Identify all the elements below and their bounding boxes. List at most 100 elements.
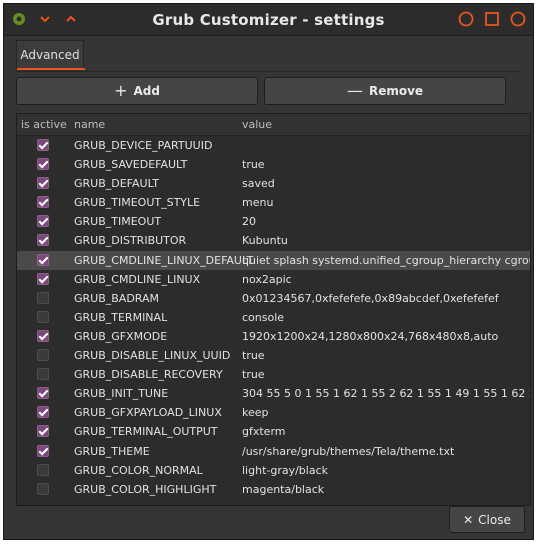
add-button-label: Add <box>133 84 160 98</box>
active-checkbox[interactable] <box>37 387 49 400</box>
active-checkbox[interactable] <box>37 329 49 342</box>
setting-value[interactable]: /usr/share/grub/themes/Tela/theme.txt <box>242 445 454 458</box>
column-header-value[interactable]: value <box>242 118 272 131</box>
table-row[interactable]: GRUB_DEFAULT saved <box>17 174 530 193</box>
setting-name: GRUB_CMDLINE_LINUX_DEFAULT <box>74 253 254 267</box>
active-checkbox[interactable] <box>37 368 49 381</box>
setting-value[interactable]: keep <box>242 406 269 419</box>
setting-name: GRUB_SAVEDEFAULT <box>74 158 188 172</box>
setting-name: GRUB_COLOR_NORMAL <box>74 463 203 477</box>
close-button[interactable]: ✕ Close <box>449 506 525 533</box>
setting-name: GRUB_DISTRIBUTOR <box>74 234 187 248</box>
setting-name: GRUB_GFXMODE <box>74 329 168 343</box>
active-checkbox[interactable] <box>37 349 49 362</box>
remove-button[interactable]: — Remove <box>264 77 506 105</box>
active-checkbox[interactable] <box>37 253 49 266</box>
setting-value[interactable]: 1920x1200x24,1280x800x24,768x480x8,auto <box>242 330 498 343</box>
table-row[interactable]: GRUB_DEVICE_PARTUUID <box>17 136 530 155</box>
settings-window: Grub Customizer - settings Advanced + Ad… <box>3 3 534 540</box>
titlebar-right-controls <box>457 10 527 28</box>
setting-value[interactable]: quiet splash systemd.unified_cgroup_hier… <box>242 254 530 267</box>
table-row[interactable]: GRUB_CMDLINE_LINUX nox2apic <box>17 270 530 289</box>
table-row[interactable]: GRUB_TERMINAL console <box>17 308 530 327</box>
minus-icon: — <box>346 81 363 100</box>
setting-value[interactable]: Kubuntu <box>242 234 288 247</box>
setting-value[interactable]: 20 <box>242 215 256 228</box>
setting-value[interactable]: magenta/black <box>242 483 324 496</box>
table-row[interactable]: GRUB_DISABLE_RECOVERY true <box>17 365 530 384</box>
active-checkbox[interactable] <box>37 272 49 285</box>
setting-value[interactable]: nox2apic <box>242 273 292 286</box>
setting-value[interactable]: 304 55 5 0 1 55 1 62 1 55 2 62 1 55 1 49… <box>242 387 530 400</box>
setting-name: GRUB_GFXPAYLOAD_LINUX <box>74 406 222 420</box>
setting-name: GRUB_CMDLINE_LINUX <box>74 272 201 286</box>
active-checkbox[interactable] <box>37 482 49 495</box>
active-checkbox[interactable] <box>37 196 49 209</box>
table-row[interactable]: GRUB_INIT_TUNE 304 55 5 0 1 55 1 62 1 55 … <box>17 384 530 403</box>
plus-icon: + <box>114 81 128 100</box>
active-tab-indicator <box>17 68 85 70</box>
remove-button-label: Remove <box>368 84 424 98</box>
table-row[interactable]: GRUB_GFXMODE 1920x1200x24,1280x800x24,768… <box>17 327 530 346</box>
table-row[interactable]: GRUB_DISABLE_LINUX_UUID true <box>17 346 530 365</box>
setting-value[interactable]: console <box>242 311 284 324</box>
table-row[interactable]: GRUB_CMDLINE_LINUX_DEFAULT quiet splash s… <box>17 250 530 270</box>
column-header-is-active[interactable]: is active <box>21 118 67 131</box>
active-checkbox[interactable] <box>37 310 49 323</box>
minimize-icon[interactable] <box>457 10 475 28</box>
close-window-icon[interactable] <box>509 10 527 28</box>
active-checkbox[interactable] <box>37 444 49 457</box>
setting-value[interactable]: true <box>242 349 265 362</box>
table-row[interactable]: GRUB_SAVEDEFAULT true <box>17 155 530 174</box>
setting-name: GRUB_TERMINAL_OUTPUT <box>74 425 218 439</box>
setting-name: GRUB_DEVICE_PARTUUID <box>74 139 213 152</box>
add-button[interactable]: + Add <box>16 77 258 105</box>
maximize-icon[interactable] <box>483 10 501 28</box>
setting-value[interactable]: true <box>242 158 265 171</box>
table-row[interactable]: GRUB_TIMEOUT 20 <box>17 212 530 231</box>
table-row[interactable]: GRUB_THEME/usr/share/grub/themes/Tela/th… <box>17 442 530 461</box>
setting-value[interactable]: saved <box>242 177 275 190</box>
active-checkbox[interactable] <box>37 139 49 151</box>
active-checkbox[interactable] <box>37 291 49 304</box>
setting-name: GRUB_TIMEOUT_STYLE <box>74 196 201 210</box>
close-button-label: Close <box>478 512 511 527</box>
window-title: Grub Customizer - settings <box>152 11 385 29</box>
setting-name: GRUB_TIMEOUT <box>74 215 162 229</box>
setting-name: GRUB_BADRAM <box>74 291 160 305</box>
setting-value[interactable]: 0x01234567,0xfefefefe,0x89abcdef,0xefefe… <box>242 292 499 305</box>
setting-name: GRUB_TERMINAL <box>74 310 168 324</box>
setting-name: GRUB_DISABLE_RECOVERY <box>74 368 223 382</box>
tab-advanced[interactable]: Advanced <box>16 40 85 70</box>
tab-bar: Advanced <box>16 40 521 72</box>
setting-name: GRUB_DEFAULT <box>74 177 159 191</box>
tab-advanced-label: Advanced <box>20 48 80 62</box>
table-row[interactable]: GRUB_DISTRIBUTOR Kubuntu <box>17 231 530 250</box>
active-checkbox[interactable] <box>37 234 49 247</box>
setting-value[interactable]: menu <box>242 196 273 209</box>
setting-name: GRUB_DISABLE_LINUX_UUID <box>74 349 231 363</box>
titlebar: Grub Customizer - settings <box>4 4 533 36</box>
table-header: is active name value <box>17 114 530 136</box>
setting-value[interactable]: true <box>242 368 265 381</box>
active-checkbox[interactable] <box>37 158 49 171</box>
table-row[interactable]: GRUB_GFXPAYLOAD_LINUX keep <box>17 403 530 422</box>
column-header-name[interactable]: name <box>74 118 105 131</box>
setting-value[interactable]: light-gray/black <box>242 464 328 477</box>
active-checkbox[interactable] <box>37 215 49 228</box>
settings-table: is active name value GRUB_DEVICE_PARTUUI… <box>16 113 531 506</box>
active-checkbox[interactable] <box>37 177 49 190</box>
active-checkbox[interactable] <box>37 463 49 476</box>
table-row[interactable]: GRUB_COLOR_NORMAL light-gray/black <box>17 461 530 480</box>
active-checkbox[interactable] <box>37 425 49 438</box>
setting-name: GRUB_COLOR_HIGHLIGHT <box>74 482 217 496</box>
table-row[interactable]: GRUB_TERMINAL_OUTPUT gfxterm <box>17 422 530 441</box>
setting-value[interactable]: gfxterm <box>242 425 286 438</box>
table-row[interactable]: GRUB_COLOR_HIGHLIGHT magenta/black <box>17 480 530 499</box>
setting-name: GRUB_THEME <box>74 444 150 458</box>
table-row[interactable]: GRUB_BADRAM 0x01234567,0xfefefefe,0x89abc… <box>17 289 530 308</box>
active-checkbox[interactable] <box>37 406 49 419</box>
close-icon: ✕ <box>463 512 474 527</box>
setting-name: GRUB_INIT_TUNE <box>74 387 169 401</box>
table-row[interactable]: GRUB_TIMEOUT_STYLE menu <box>17 193 530 212</box>
